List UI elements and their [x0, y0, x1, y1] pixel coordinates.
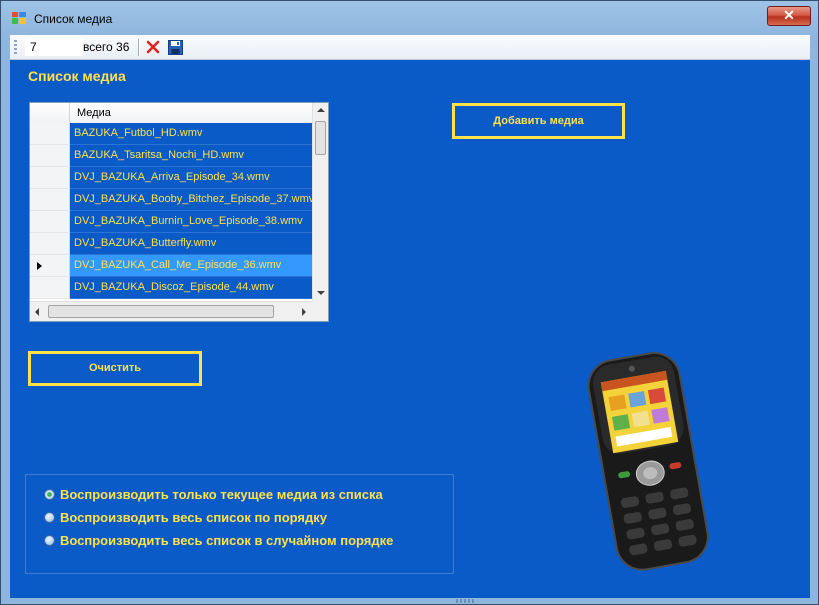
row-header[interactable] [30, 167, 70, 189]
horizontal-scroll-thumb[interactable] [48, 305, 274, 318]
save-icon[interactable] [168, 40, 183, 55]
row-header-corner[interactable] [30, 103, 70, 123]
current-row-arrow-icon [37, 262, 42, 270]
media-cell[interactable]: BAZUKA_Tsaritsa_Nochi_HD.wmv [70, 145, 312, 167]
radio-dot-icon[interactable] [44, 512, 55, 523]
table-row[interactable]: DVJ_BAZUKA_Burnin_Love_Episode_38.wmv [30, 211, 312, 233]
navigator-toolbar: всего 36 [10, 35, 810, 60]
horizontal-scrollbar[interactable] [30, 301, 312, 321]
row-header[interactable] [30, 123, 70, 145]
close-button[interactable]: ✕ [767, 6, 811, 26]
close-icon: ✕ [783, 7, 795, 23]
delete-icon[interactable] [145, 39, 161, 55]
radio-play-shuffle[interactable]: Воспроизводить весь список в случайном п… [44, 533, 393, 548]
toolbar-separator [138, 39, 139, 56]
row-header[interactable] [30, 189, 70, 211]
row-header[interactable] [30, 233, 70, 255]
radio-label: Воспроизводить весь список в случайном п… [60, 533, 394, 548]
row-header[interactable] [30, 211, 70, 233]
title-bar[interactable]: Список медиа ✕ [1, 1, 818, 35]
table-row[interactable]: DVJ_BAZUKA_Booby_Bitchez_Episode_37.wmv [30, 189, 312, 211]
window-bottom-border [1, 598, 818, 604]
window-title: Список медиа [34, 12, 113, 26]
radio-dot-icon[interactable] [44, 489, 55, 500]
media-cell[interactable]: DVJ_BAZUKA_Arriva_Episode_34.wmv [70, 167, 312, 189]
radio-label: Воспроизводить весь список по порядку [60, 510, 327, 525]
scroll-down-arrow-icon[interactable] [317, 291, 325, 295]
toolbar-grip-icon[interactable] [14, 40, 17, 55]
scroll-left-arrow-icon[interactable] [35, 308, 39, 316]
vertical-scroll-thumb[interactable] [315, 121, 326, 155]
radio-play-current[interactable]: Воспроизводить только текущее медиа из с… [44, 487, 383, 502]
grid-rows: BAZUKA_Futbol_HD.wmv BAZUKA_Tsaritsa_Noc… [30, 123, 312, 301]
scroll-up-arrow-icon[interactable] [317, 108, 325, 112]
media-cell[interactable]: DVJ_BAZUKA_Discoz_Episode_44.wmv [70, 277, 312, 299]
app-icon [12, 12, 26, 24]
vertical-scrollbar[interactable] [312, 103, 328, 301]
table-row[interactable]: BAZUKA_Tsaritsa_Nochi_HD.wmv [30, 145, 312, 167]
media-cell[interactable]: DVJ_BAZUKA_Booby_Bitchez_Episode_37.wmv [70, 189, 312, 211]
media-cell[interactable]: DVJ_BAZUKA_Butterfly.wmv [70, 233, 312, 255]
table-row[interactable]: DVJ_BAZUKA_Arriva_Episode_34.wmv [30, 167, 312, 189]
scrollbar-corner [312, 301, 328, 321]
app-window: Список медиа ✕ всего 36 Список медиа Мед… [0, 0, 819, 605]
radio-play-sequential[interactable]: Воспроизводить весь список по порядку [44, 510, 327, 525]
add-media-button[interactable]: Добавить медиа [452, 103, 625, 139]
mobile-phone-image [587, 352, 709, 571]
resize-grip-icon[interactable] [456, 599, 476, 603]
page-title: Список медиа [28, 68, 126, 84]
table-row-current[interactable]: DVJ_BAZUKA_Call_Me_Episode_36.wmv [30, 255, 312, 277]
table-row[interactable]: DVJ_BAZUKA_Butterfly.wmv [30, 233, 312, 255]
media-grid[interactable]: Медиа BAZUKA_Futbol_HD.wmv BAZUKA_Tsarit… [29, 102, 329, 322]
scroll-right-arrow-icon[interactable] [302, 308, 306, 316]
column-header-media[interactable]: Медиа [77, 107, 111, 119]
row-header[interactable] [30, 277, 70, 299]
grid-header: Медиа [30, 103, 312, 124]
radio-label: Воспроизводить только текущее медиа из с… [60, 487, 383, 502]
playback-mode-group: Воспроизводить только текущее медиа из с… [25, 474, 454, 574]
main-panel: Список медиа Медиа BAZUKA_Futbol_HD.wmv … [10, 60, 810, 598]
media-cell[interactable]: DVJ_BAZUKA_Burnin_Love_Episode_38.wmv [70, 211, 312, 233]
row-header[interactable] [30, 255, 70, 277]
media-cell[interactable]: BAZUKA_Futbol_HD.wmv [70, 123, 312, 145]
page-number-input[interactable] [25, 38, 83, 56]
row-header[interactable] [30, 145, 70, 167]
media-cell[interactable]: DVJ_BAZUKA_Call_Me_Episode_36.wmv [70, 255, 312, 277]
radio-dot-icon[interactable] [44, 535, 55, 546]
table-row[interactable]: DVJ_BAZUKA_Discoz_Episode_44.wmv [30, 277, 312, 299]
table-row[interactable]: BAZUKA_Futbol_HD.wmv [30, 123, 312, 145]
total-count-label: всего 36 [83, 40, 130, 54]
clear-button[interactable]: Очистить [28, 351, 202, 386]
